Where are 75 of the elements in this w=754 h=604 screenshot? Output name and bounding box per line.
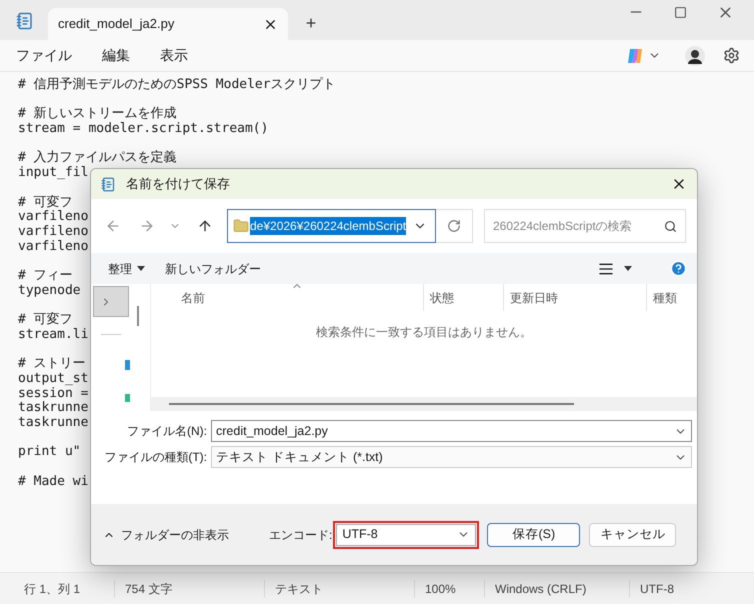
notepad-icon <box>101 176 116 192</box>
notepad-icon <box>16 12 34 30</box>
caret-icon <box>137 266 145 271</box>
empty-message: 検索条件に一致する項目はありません。 <box>316 324 532 341</box>
caret-icon[interactable] <box>624 266 632 271</box>
avatar-icon[interactable] <box>685 46 705 66</box>
settings-icon[interactable] <box>723 47 740 64</box>
code-line: varfileno <box>18 224 88 240</box>
status-item: 100% <box>425 582 456 596</box>
field-value: credit_model_ja2.py <box>216 422 329 440</box>
code-line: # 可変フ <box>18 196 73 210</box>
code-line: taskrunne <box>18 401 88 416</box>
column-header[interactable]: 種類 <box>646 284 697 311</box>
field-label: ファイル名(N): <box>126 423 208 440</box>
file-type-select[interactable]: テキスト ドキュメント (*.txt) <box>211 446 692 468</box>
status-item: UTF-8 <box>640 582 674 596</box>
code-line: stream = modeler.script.stream() <box>18 122 268 137</box>
code-line: varfileno <box>18 210 88 225</box>
column-header[interactable]: 状態 <box>423 284 503 311</box>
new-tab-button[interactable]: + <box>298 12 324 34</box>
hide-folders-button[interactable]: フォルダーの非表示 <box>103 526 229 544</box>
scroll-thumb <box>137 306 139 326</box>
refresh-button[interactable] <box>436 209 473 243</box>
select-value: UTF-8 <box>342 526 379 544</box>
code-line: typenode <box>18 284 81 298</box>
column-header[interactable]: 名前 <box>151 284 423 311</box>
save-button[interactable]: 保存(S) <box>487 522 580 546</box>
menu-item[interactable]: ファイル <box>16 45 72 66</box>
sparkle-logo-icon[interactable] <box>626 46 644 64</box>
status-item: 行 1、列 1 <box>24 582 80 596</box>
code-line: # 新しいストリームを作成 <box>18 107 177 122</box>
code-line: output_st <box>18 372 88 387</box>
tab-title: credit_model_ja2.py <box>58 15 176 34</box>
maximize-icon[interactable] <box>674 6 687 19</box>
folder-icon <box>233 218 249 234</box>
view-icon[interactable] <box>598 260 614 276</box>
cancel-button[interactable]: キャンセル <box>589 522 676 546</box>
code-line: stream.li <box>18 328 88 343</box>
encoding-select[interactable]: UTF-8 <box>336 524 476 546</box>
field-label: ファイルの種類(T): <box>103 449 208 466</box>
column-header[interactable]: 更新日時 <box>503 284 646 311</box>
search-input[interactable]: 260224clembScriptの検索 <box>493 217 664 235</box>
organize-button[interactable]: 整理 <box>108 260 145 278</box>
code-line: taskrunne <box>18 416 88 431</box>
code-line: # Made wi <box>18 474 88 490</box>
menu-item[interactable]: 表示 <box>160 45 188 66</box>
code-line: # 信用予測モデルのためのSPSS Modelerスクリプト <box>18 78 336 93</box>
status-item: Windows (CRLF) <box>495 582 586 596</box>
code-line: # 可変フ <box>18 313 73 328</box>
status-item: 754 文字 <box>125 582 172 596</box>
code-line: # ストリー <box>18 357 86 372</box>
code-line: # 入力ファイルパスを定義 <box>18 151 177 166</box>
code-line: print u" <box>18 445 81 460</box>
divider <box>101 334 121 335</box>
code-line: session = <box>18 386 88 401</box>
field-value: テキスト ドキュメント (*.txt) <box>216 448 384 466</box>
encoding-label: エンコード: <box>269 526 332 544</box>
horizontal-scrollbar[interactable] <box>151 397 697 411</box>
refresh-icon <box>447 219 461 233</box>
code-line: varfileno <box>18 240 88 254</box>
code-line: # フィー <box>18 269 73 284</box>
help-icon[interactable] <box>670 260 687 277</box>
back-arrow-icon[interactable] <box>105 218 121 234</box>
forward-arrow-icon[interactable] <box>139 218 155 234</box>
search-icon <box>664 220 677 232</box>
tab[interactable]: credit_model_ja2.py <box>48 8 288 40</box>
dialog-title: 名前を付けて保存 <box>126 175 231 194</box>
file-name-field[interactable]: credit_model_ja2.py <box>211 420 692 442</box>
code-line: input_fil <box>18 166 88 181</box>
search-field[interactable]: 260224clembScriptの検索 <box>484 209 686 243</box>
address-field[interactable]: de¥2026¥260224clembScript <box>227 209 436 243</box>
status-item: テキスト <box>275 582 323 596</box>
new-folder-button[interactable]: 新しいフォルダー <box>165 260 261 278</box>
address-text: de¥2026¥260224clembScript <box>250 217 406 235</box>
menu-item[interactable]: 編集 <box>102 45 130 66</box>
